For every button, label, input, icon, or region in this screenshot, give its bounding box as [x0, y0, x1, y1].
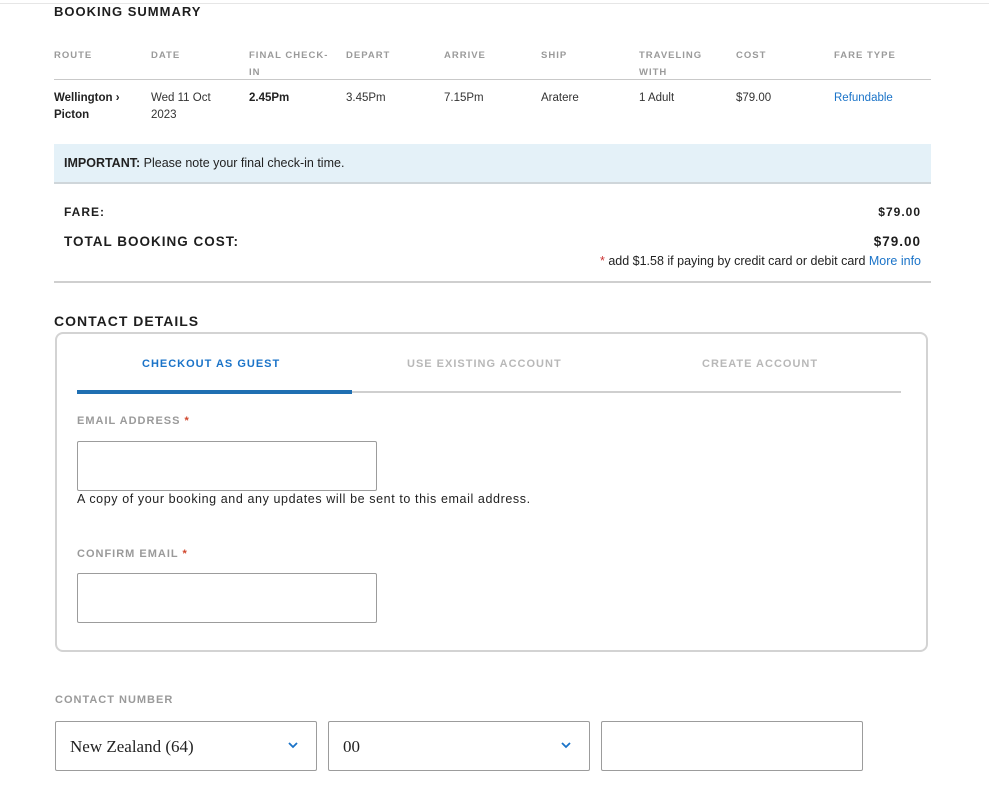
column-header-ship: SHIP	[541, 50, 568, 61]
total-booking-cost-label: TOTAL BOOKING COST:	[64, 234, 240, 249]
chevron-down-icon	[561, 742, 571, 749]
arrive-cell: 7.15Pm	[444, 92, 484, 104]
area-code-select[interactable]: 00	[328, 721, 590, 771]
total-booking-cost-value: $79.00	[873, 234, 921, 249]
confirm-email-label: CONFIRM EMAIL *	[77, 548, 188, 560]
country-code-value: New Zealand (64)	[70, 737, 194, 756]
route-origin: Wellington ›	[54, 92, 120, 104]
table-header-divider	[54, 79, 931, 80]
confirm-label-text: CONFIRM EMAIL	[77, 548, 179, 560]
column-header-date: DATE	[151, 50, 181, 61]
confirm-email-input[interactable]	[77, 573, 377, 623]
column-header-fare-type: FARE TYPE	[834, 50, 896, 61]
active-tab-indicator	[77, 390, 352, 394]
cost-cell: $79.00	[736, 92, 772, 104]
final-checkin-cell: 2.45Pm	[249, 92, 290, 104]
important-notice-text: IMPORTANT: Please note your final check-…	[64, 156, 344, 170]
traveling-with-cell: 1 Adult	[639, 92, 675, 104]
date-line2: 2023	[151, 109, 177, 121]
column-header-route: ROUTE	[54, 50, 93, 61]
tab-use-existing-account[interactable]: USE EXISTING ACCOUNT	[407, 358, 562, 370]
tab-checkout-as-guest[interactable]: CHECKOUT AS GUEST	[142, 358, 280, 370]
note-text: add $1.58 if paying by credit card or de…	[604, 254, 869, 268]
area-code-value: 00	[343, 737, 360, 756]
email-address-label: EMAIL ADDRESS *	[77, 415, 190, 427]
more-info-link[interactable]: More info	[869, 254, 921, 268]
important-notice: IMPORTANT: Please note your final check-…	[54, 144, 931, 184]
phone-number-input[interactable]	[601, 721, 863, 771]
fare-label: FARE:	[64, 205, 105, 219]
column-header-depart: DEPART	[346, 50, 391, 61]
route-destination: Picton	[54, 109, 90, 121]
ship-cell: Aratere	[541, 92, 579, 104]
tab-create-account[interactable]: CREATE ACCOUNT	[702, 358, 818, 370]
required-marker: *	[184, 415, 190, 427]
route-cell: Wellington › Picton	[54, 90, 120, 124]
card-fee-note: * add $1.58 if paying by credit card or …	[600, 254, 921, 268]
email-address-input[interactable]	[77, 441, 377, 491]
important-message: Please note your final check-in time.	[140, 156, 345, 170]
column-header-final-checkin-line1: FINAL CHECK-	[249, 50, 329, 61]
email-label-text: EMAIL ADDRESS	[77, 415, 181, 427]
required-marker: *	[182, 548, 188, 560]
date-line1: Wed 11 Oct	[151, 92, 211, 104]
column-header-cost: COST	[736, 50, 767, 61]
date-cell: Wed 11 Oct 2023	[151, 90, 211, 124]
column-header-arrive: ARRIVE	[444, 50, 486, 61]
column-header-final-checkin: FINAL CHECK- IN	[249, 47, 328, 81]
country-code-select[interactable]: New Zealand (64)	[55, 721, 317, 771]
fare-value: $79.00	[878, 205, 921, 219]
column-header-traveling-with: TRAVELING WITH	[639, 47, 702, 81]
important-label: IMPORTANT:	[64, 156, 141, 170]
contact-details-title: CONTACT DETAILS	[54, 313, 200, 329]
summary-divider	[54, 281, 931, 283]
email-help-text: A copy of your booking and any updates w…	[77, 492, 531, 506]
booking-summary-title: BOOKING SUMMARY	[54, 4, 202, 19]
fare-type-link[interactable]: Refundable	[834, 90, 893, 107]
depart-cell: 3.45Pm	[346, 92, 386, 104]
contact-number-label: CONTACT NUMBER	[55, 694, 174, 706]
column-header-traveling-line1: TRAVELING	[639, 50, 703, 61]
chevron-down-icon	[288, 742, 298, 749]
